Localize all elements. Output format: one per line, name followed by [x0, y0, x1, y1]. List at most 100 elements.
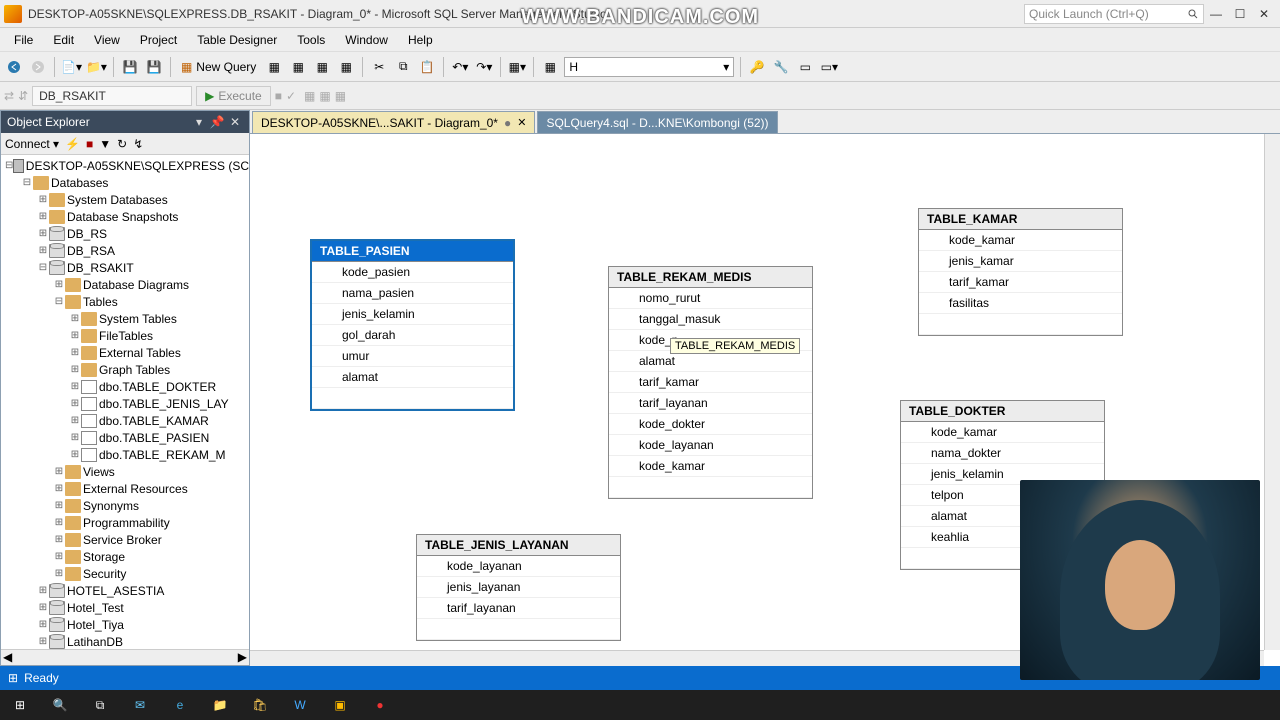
start-button[interactable]: ⊞: [0, 690, 40, 720]
save-button[interactable]: 💾: [120, 56, 140, 78]
menu-help[interactable]: Help: [398, 33, 443, 47]
table-column[interactable]: jenis_kelamin: [312, 304, 513, 325]
table-header[interactable]: TABLE_REKAM_MEDIS: [609, 267, 812, 288]
tab-diagram[interactable]: DESKTOP-A05SKNE\...SAKIT - Diagram_0*●✕: [252, 111, 535, 133]
table-column-empty[interactable]: [417, 619, 620, 640]
table-column[interactable]: fasilitas: [919, 293, 1122, 314]
table-column[interactable]: jenis_layanan: [417, 577, 620, 598]
table-column[interactable]: nama_pasien: [312, 283, 513, 304]
tree-table[interactable]: ⊞dbo.TABLE_REKAM_M: [1, 446, 249, 463]
script-icon[interactable]: ↯: [133, 137, 143, 151]
tree-folder[interactable]: ⊞Service Broker: [1, 531, 249, 548]
panel-pin-icon[interactable]: 📌: [209, 114, 225, 130]
stop-icon[interactable]: ■: [86, 137, 93, 151]
tab-close-icon[interactable]: ✕: [517, 116, 526, 129]
table-column-empty[interactable]: [609, 477, 812, 498]
disconnect-icon[interactable]: ⚡: [65, 137, 80, 151]
table-column[interactable]: jenis_kamar: [919, 251, 1122, 272]
undo-button[interactable]: ↶▾: [450, 56, 470, 78]
tree-folder[interactable]: ⊞External Tables: [1, 344, 249, 361]
task-view-button[interactable]: ⧉: [80, 690, 120, 720]
tree-folder[interactable]: ⊞System Databases: [1, 191, 249, 208]
constraint-icon[interactable]: ▭▾: [819, 56, 839, 78]
tree-db[interactable]: ⊞Hotel_Tiya: [1, 616, 249, 633]
plan-icon[interactable]: ▦: [304, 89, 315, 103]
table-column[interactable]: tarif_layanan: [609, 393, 812, 414]
tree-db-active[interactable]: ⊟DB_RSAKIT: [1, 259, 249, 276]
table-column[interactable]: tarif_kamar: [919, 272, 1122, 293]
table-column[interactable]: kode_kamar: [901, 422, 1104, 443]
table-column[interactable]: tanggal_masuk: [609, 309, 812, 330]
table-header[interactable]: TABLE_KAMAR: [919, 209, 1122, 230]
tree-folder[interactable]: ⊞Storage: [1, 548, 249, 565]
table-name-combo[interactable]: H▾: [564, 57, 734, 77]
grid-button[interactable]: ▦▾: [507, 56, 527, 78]
table-header[interactable]: TABLE_PASIEN: [312, 241, 513, 262]
paste-button[interactable]: 📋: [417, 56, 437, 78]
store-icon[interactable]: 🛍: [240, 690, 280, 720]
diagram-table-rekam[interactable]: TABLE_REKAM_MEDIS nomo_rurut tanggal_mas…: [608, 266, 813, 499]
tab-sqlquery[interactable]: SQLQuery4.sql - D...KNE\Kombongi (52)): [537, 111, 777, 133]
debug-button[interactable]: ■: [275, 89, 282, 103]
diagram-vscroll[interactable]: [1264, 134, 1280, 650]
table-column[interactable]: kode_kamar: [609, 456, 812, 477]
tree-db[interactable]: ⊞DB_RS: [1, 225, 249, 242]
record-icon[interactable]: ●: [360, 690, 400, 720]
table-column[interactable]: tarif_layanan: [417, 598, 620, 619]
table-column[interactable]: kode_dokter: [609, 414, 812, 435]
tree-folder[interactable]: ⊞Graph Tables: [1, 361, 249, 378]
ssms-taskbar-icon[interactable]: ▣: [320, 690, 360, 720]
dmx-query-icon[interactable]: ▦: [312, 56, 332, 78]
tree-table[interactable]: ⊞dbo.TABLE_DOKTER: [1, 378, 249, 395]
edge-icon[interactable]: e: [160, 690, 200, 720]
tree-db[interactable]: ⊞DB_RSA: [1, 242, 249, 259]
word-icon[interactable]: W: [280, 690, 320, 720]
tree-folder[interactable]: ⊞FileTables: [1, 327, 249, 344]
tree-tables-folder[interactable]: ⊟Tables: [1, 293, 249, 310]
menu-view[interactable]: View: [84, 33, 130, 47]
stats-icon[interactable]: ▦: [319, 89, 330, 103]
panel-close-icon[interactable]: ✕: [227, 114, 243, 130]
parse-button[interactable]: ✓: [286, 89, 296, 103]
refresh-icon[interactable]: ↻: [117, 137, 127, 151]
table-column[interactable]: alamat: [609, 351, 812, 372]
query-opt-icon[interactable]: ▦: [335, 89, 346, 103]
tree-hscroll[interactable]: ◀▶: [1, 649, 249, 665]
table-column[interactable]: nama_dokter: [901, 443, 1104, 464]
new-item-button[interactable]: 📄▾: [61, 56, 82, 78]
explorer-icon[interactable]: 📁: [200, 690, 240, 720]
menu-table-designer[interactable]: Table Designer: [187, 33, 287, 47]
tree-folder[interactable]: ⊞Security: [1, 565, 249, 582]
table-column[interactable]: kode_pasien: [312, 262, 513, 283]
copy-button[interactable]: ⧉: [393, 56, 413, 78]
diagram-table-kamar[interactable]: TABLE_KAMAR kode_kamar jenis_kamar tarif…: [918, 208, 1123, 336]
change-conn-icon[interactable]: ⇵: [18, 89, 28, 103]
diagram-table-layanan[interactable]: TABLE_JENIS_LAYANAN kode_layanan jenis_l…: [416, 534, 621, 641]
disconnect-icon[interactable]: ⇄: [4, 89, 14, 103]
table-column[interactable]: alamat: [312, 367, 513, 388]
table-column[interactable]: umur: [312, 346, 513, 367]
nav-fwd-button[interactable]: [28, 56, 48, 78]
mdx-query-icon[interactable]: ▦: [288, 56, 308, 78]
database-context-combo[interactable]: DB_RSAKIT: [32, 86, 192, 106]
tree-folder[interactable]: ⊞System Tables: [1, 310, 249, 327]
table-select-icon[interactable]: ▦: [540, 56, 560, 78]
table-column[interactable]: kode_layanan: [417, 556, 620, 577]
diagram-table-pasien[interactable]: TABLE_PASIEN kode_pasien nama_pasien jen…: [310, 239, 515, 411]
connect-button[interactable]: Connect ▾: [5, 137, 59, 151]
save-all-button[interactable]: 💾: [144, 56, 164, 78]
menu-project[interactable]: Project: [130, 33, 187, 47]
tree-folder[interactable]: ⊞Programmability: [1, 514, 249, 531]
tree-folder[interactable]: ⊞External Resources: [1, 480, 249, 497]
nav-back-button[interactable]: [4, 56, 24, 78]
table-column-empty[interactable]: [312, 388, 513, 409]
open-button[interactable]: 📁▾: [86, 56, 107, 78]
tree-db[interactable]: ⊞LatihanDB: [1, 633, 249, 649]
quick-launch-input[interactable]: Quick Launch (Ctrl+Q): [1024, 4, 1204, 24]
mail-icon[interactable]: ✉: [120, 690, 160, 720]
menu-window[interactable]: Window: [335, 33, 398, 47]
tree-table[interactable]: ⊞dbo.TABLE_JENIS_LAY: [1, 395, 249, 412]
execute-button[interactable]: ▶Execute: [196, 86, 271, 106]
tree-folder[interactable]: ⊞Views: [1, 463, 249, 480]
menu-tools[interactable]: Tools: [287, 33, 335, 47]
